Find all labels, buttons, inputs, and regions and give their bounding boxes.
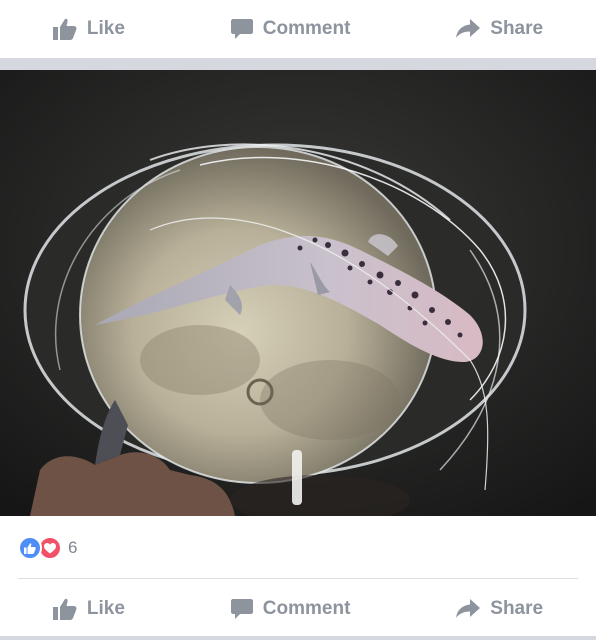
like-button[interactable]: Like bbox=[52, 18, 125, 40]
like-label: Like bbox=[86, 18, 125, 39]
share-label: Share bbox=[490, 18, 544, 39]
speech-bubble-icon bbox=[230, 599, 253, 619]
like-reaction-icon bbox=[18, 536, 42, 560]
comment-button[interactable]: Comment bbox=[230, 598, 351, 620]
share-button[interactable]: Share bbox=[456, 18, 543, 40]
post-photo[interactable] bbox=[0, 70, 596, 516]
comment-label: Comment bbox=[262, 18, 351, 39]
comment-button[interactable]: Comment bbox=[230, 18, 351, 40]
feed-divider bbox=[0, 58, 596, 70]
share-arrow-icon bbox=[456, 599, 481, 619]
share-button[interactable]: Share bbox=[456, 598, 543, 620]
separator-line bbox=[18, 578, 578, 579]
share-label: Share bbox=[490, 598, 544, 619]
comment-label: Comment bbox=[262, 598, 351, 619]
like-label: Like bbox=[86, 598, 125, 619]
feed-divider-bottom bbox=[0, 636, 596, 640]
reactions-summary[interactable]: 6 bbox=[18, 535, 77, 561]
top-action-bar: Like Comment Share bbox=[0, 0, 596, 58]
reaction-count: 6 bbox=[68, 538, 78, 557]
speech-bubble-icon bbox=[230, 19, 253, 39]
bottom-action-bar: Like Comment Share bbox=[0, 580, 596, 638]
like-button[interactable]: Like bbox=[52, 598, 125, 620]
share-arrow-icon bbox=[456, 19, 481, 39]
thumbs-up-icon bbox=[52, 598, 77, 620]
thumbs-up-icon bbox=[52, 18, 77, 40]
